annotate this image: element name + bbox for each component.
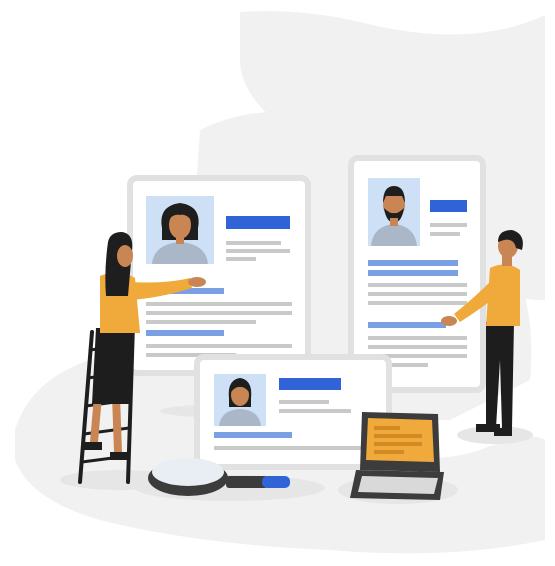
text-line [368,301,467,305]
resume-card-left [127,175,311,376]
text-line [279,409,351,413]
name-bar [226,216,290,229]
text-line [146,302,292,306]
laptop-icon [350,412,444,500]
section-bar [368,270,458,276]
resume-illustration [15,11,545,554]
text-line [146,320,256,324]
text-line [226,241,281,245]
text-line [146,311,292,315]
section-bar [368,260,458,266]
text-line [368,336,467,340]
name-bar [279,378,341,390]
section-bar [214,432,292,438]
text-line [368,283,467,287]
name-bar [430,200,467,212]
text-line [226,249,290,253]
text-line [214,446,364,450]
text-line [146,344,292,348]
text-line [430,223,467,227]
section-bar [368,322,446,328]
section-bar [146,330,224,336]
text-line [430,232,460,236]
text-line [226,257,256,261]
text-line [279,400,329,404]
text-line [368,345,467,349]
text-line [368,292,467,296]
resume-card-bottom [194,354,392,470]
